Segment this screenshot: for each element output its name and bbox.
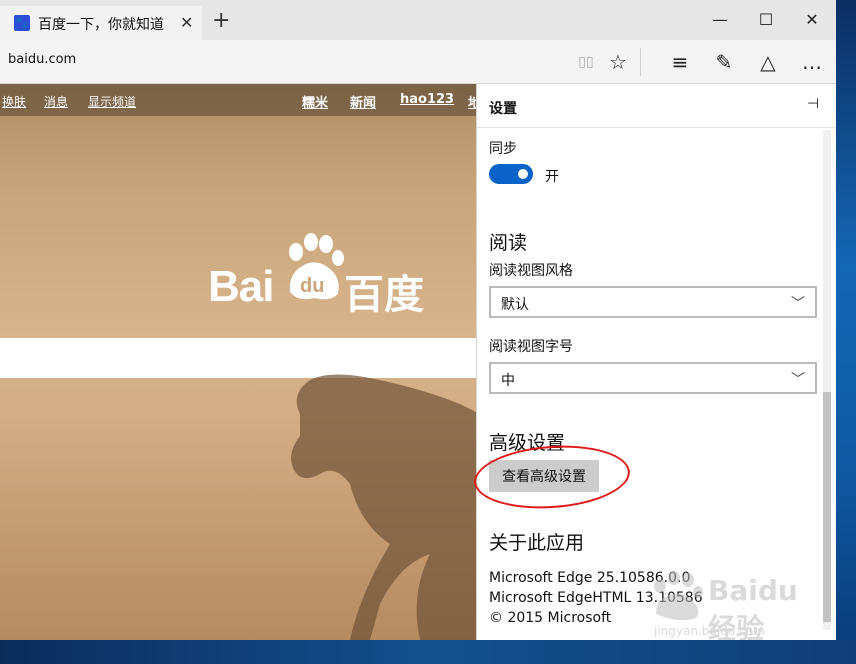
sync-toggle[interactable]: [489, 164, 533, 184]
settings-scrollbar[interactable]: [823, 130, 831, 630]
baidu-jingyan-watermark: Baidu 经验 jingyan.baidu.com: [650, 570, 830, 640]
nav-link-channels[interactable]: 显示频道: [88, 93, 136, 110]
reading-style-select[interactable]: 默认 ﹀: [489, 286, 817, 318]
favorite-star-icon[interactable]: ☆: [606, 50, 630, 74]
nav-link-messages[interactable]: 消息: [44, 93, 68, 110]
pin-icon[interactable]: ⊣: [807, 96, 819, 112]
desktop-background: [836, 0, 856, 664]
baidu-paw-icon: du: [289, 233, 344, 300]
settings-header: 设置 ⊣: [477, 84, 836, 128]
tab-close-icon[interactable]: ✕: [180, 13, 193, 32]
logo-chinese: 百度: [344, 272, 424, 318]
reading-font-label: 阅读视图字号: [489, 339, 573, 355]
nav-link-nuomi[interactable]: 糯米: [302, 92, 328, 111]
tab-baidu[interactable]: 🐾 百度一下，你就知道 ✕: [0, 6, 202, 40]
more-icon[interactable]: …: [800, 50, 824, 74]
reading-section-title: 阅读: [489, 232, 528, 254]
new-tab-button[interactable]: +: [212, 10, 230, 32]
sync-label: 同步: [489, 141, 517, 157]
chevron-down-icon: ﹀: [791, 296, 805, 312]
logo-du: du: [300, 275, 324, 297]
horse-silhouette: [291, 374, 476, 640]
about-section-title: 关于此应用: [489, 532, 585, 554]
close-window-button[interactable]: ✕: [792, 10, 832, 29]
about-copyright: © 2015 Microsoft: [489, 610, 612, 626]
address-bar: baidu.com ▯▯ ☆ ≡ ✎ △ …: [0, 40, 836, 84]
hub-icon[interactable]: ≡: [668, 50, 692, 74]
chevron-down-icon: ﹀: [791, 372, 805, 388]
tab-title: 百度一下，你就知道: [38, 17, 164, 33]
web-note-icon[interactable]: ✎: [712, 50, 736, 74]
baidu-logo: Bai du 百度: [208, 233, 428, 318]
maximize-button[interactable]: ☐: [746, 10, 786, 29]
reading-style-value: 默认: [501, 297, 529, 313]
toggle-knob: [518, 169, 528, 179]
share-icon[interactable]: △: [756, 50, 780, 74]
settings-panel: 设置 ⊣ 同步 开 阅读 阅读视图风格 默认 ﹀ 阅读视图字号 中 ﹀ 高级设置…: [476, 84, 836, 640]
nav-link-hao123[interactable]: hao123: [400, 92, 454, 107]
baidu-page: 换肤 消息 显示频道 糯米 新闻 hao123 地 Bai du 百度: [0, 84, 476, 640]
reading-view-icon[interactable]: ▯▯: [574, 50, 598, 74]
desktop-taskbar-edge: [0, 640, 856, 664]
sync-state: 开: [545, 169, 559, 185]
url-field[interactable]: baidu.com: [8, 52, 76, 67]
toolbar-divider: [640, 48, 641, 76]
watermark-paw-icon: [654, 571, 703, 620]
nav-link-news[interactable]: 新闻: [350, 92, 376, 111]
baidu-favicon-icon: 🐾: [14, 15, 30, 31]
reading-style-label: 阅读视图风格: [489, 263, 573, 279]
minimize-button[interactable]: —: [700, 10, 740, 29]
edge-browser-window: 🐾 百度一下，你就知道 ✕ + — ☐ ✕ baidu.com ▯▯ ☆ ≡ ✎…: [0, 0, 836, 640]
nav-link-map[interactable]: 地: [468, 92, 476, 111]
watermark-url: jingyan.baidu.com: [654, 624, 765, 638]
settings-title: 设置: [489, 101, 517, 117]
logo-latin: Bai: [208, 262, 274, 311]
reading-font-select[interactable]: 中 ﹀: [489, 362, 817, 394]
nav-link-skin[interactable]: 换肤: [2, 93, 26, 110]
search-input[interactable]: [0, 338, 476, 378]
page-top-nav: 换肤 消息 显示频道 糯米 新闻 hao123 地: [0, 84, 476, 116]
reading-font-value: 中: [501, 373, 515, 389]
